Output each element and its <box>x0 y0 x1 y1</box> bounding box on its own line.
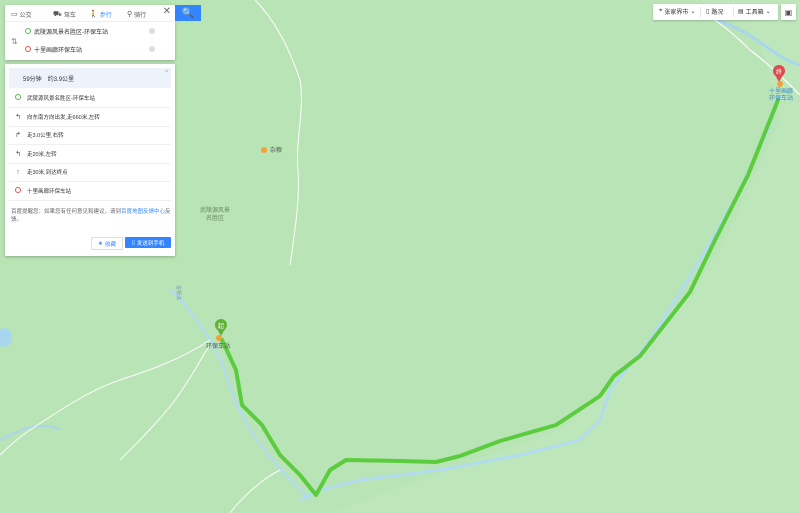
divider <box>733 7 734 17</box>
scenic-area-label-1: 武陵源风景 <box>200 206 230 214</box>
close-icon[interactable]: ✕ <box>163 6 171 17</box>
city-selector[interactable]: ⌖ 张家界市 ⌄ <box>659 7 695 16</box>
feedback-note: 百度提醒您：如果您有任何意见和建议，请到百度地图反馈中心反馈。 <box>11 208 171 224</box>
svg-text:终: 终 <box>776 68 782 76</box>
step-text: 向东南方向出发,走660米,左转 <box>27 115 100 121</box>
route-step[interactable]: 十里画廊环保车站 <box>9 182 171 201</box>
start-dot-icon <box>9 94 27 102</box>
turn-left-icon: ↰ <box>15 151 21 158</box>
tab-bus[interactable]: ▭ 公交 <box>11 7 32 21</box>
end-station-label-2: 环保车站 <box>769 94 793 102</box>
fullscreen-icon: ▣ <box>784 7 793 17</box>
end-station-icon <box>777 81 783 87</box>
collapse-icon[interactable]: ^ <box>165 70 168 76</box>
divider <box>700 7 701 17</box>
turn-left-icon: ↰ <box>15 114 21 121</box>
phone-icon: ▯ <box>131 239 135 246</box>
step-text: 走30米,到达终点 <box>27 170 68 176</box>
send-label: 发送到手机 <box>136 240 165 247</box>
search-icon: 🔍 <box>181 7 195 19</box>
favorite-button[interactable]: ★ 收藏 <box>91 237 123 250</box>
start-input[interactable]: 武陵源风景名胜区-环保车站 <box>25 25 108 37</box>
chevron-down-icon: ⌄ <box>690 9 696 15</box>
poi-label: 杂粮 <box>270 146 282 154</box>
tab-walk[interactable]: 🚶 步行 <box>89 7 112 21</box>
toolbox-button[interactable]: ▤ 工具箱 ⌄ <box>738 7 771 16</box>
send-to-phone-button[interactable]: ▯ 发送到手机 <box>125 237 171 248</box>
tab-bike[interactable]: ⚲ 骑行 <box>127 7 146 21</box>
car-icon: ⛟ <box>53 10 62 18</box>
poi-icon[interactable] <box>261 147 267 153</box>
fullscreen-button[interactable]: ▣ <box>781 4 796 20</box>
svg-text:起: 起 <box>218 322 224 330</box>
end-dot-icon <box>9 187 27 195</box>
scenic-area-label-2: 名胜区 <box>206 214 224 222</box>
stream-label: 金鞭溪 <box>175 285 182 300</box>
toolbox-label: 工具箱 <box>745 10 764 16</box>
step-text: 武陵源风景名胜区-环保车站 <box>27 96 95 102</box>
step-text: 走20米,左转 <box>27 152 57 158</box>
star-icon: ★ <box>98 240 103 247</box>
tab-car[interactable]: ⛟ 驾车 <box>53 7 76 21</box>
toolbox-icon: ▤ <box>738 9 744 15</box>
map-toolbar: ⌖ 张家界市 ⌄ ▯ 路况 ▤ 工具箱 ⌄ <box>653 4 778 20</box>
city-label: 张家界市 <box>664 10 689 16</box>
step-text: 十里画廊环保车站 <box>27 189 72 195</box>
route-step[interactable]: ↰ 走20米,左转 <box>9 145 171 164</box>
bike-icon: ⚲ <box>127 11 133 18</box>
clear-start-icon[interactable] <box>149 28 155 34</box>
traffic-button[interactable]: ▯ 路况 <box>706 7 723 16</box>
start-station-icon <box>216 335 222 341</box>
route-step[interactable]: ↰ 向东南方向出发,走660米,左转 <box>9 108 171 127</box>
chevron-down-icon: ⌄ <box>765 9 771 15</box>
end-station-label-1: 十里画廊 <box>769 87 793 95</box>
step-text: 走3.0公里,右转 <box>27 133 64 139</box>
route-input-panel: ▭ 公交 ⛟ 驾车 🚶 步行 ⚲ 骑行 ✕ ⇅ 武陵源风景名胜区-环保车站 十里… <box>5 5 175 60</box>
route-step[interactable]: ↱ 走3.0公里,右转 <box>9 126 171 145</box>
route-steps-panel: 59分钟 约3.9公里 ^ 武陵源风景名胜区-环保车站 ↰ 向东南方向出发,走6… <box>5 64 175 256</box>
end-input[interactable]: 十里画廊环保车站 <box>25 43 82 55</box>
end-dot-icon <box>25 46 31 52</box>
tab-bike-label: 骑行 <box>134 12 147 19</box>
straight-icon: ↑ <box>16 168 20 176</box>
swap-icon[interactable]: ⇅ <box>11 37 18 46</box>
route-duration: 59分钟 <box>23 76 42 83</box>
start-input-value: 武陵源风景名胜区-环保车站 <box>34 29 108 36</box>
search-button[interactable]: 🔍 <box>175 5 201 21</box>
end-input-value: 十里画廊环保车站 <box>34 47 83 54</box>
tab-bus-label: 公交 <box>19 12 32 19</box>
tab-car-label: 驾车 <box>63 12 76 19</box>
walk-icon: 🚶 <box>89 11 98 18</box>
transport-mode-tabs: ▭ 公交 ⛟ 驾车 🚶 步行 ⚲ 骑行 ✕ <box>5 5 175 22</box>
feedback-link[interactable]: 百度地图反馈中心 <box>121 209 165 215</box>
route-summary[interactable]: 59分钟 约3.9公里 ^ <box>9 68 171 88</box>
traffic-label: 路况 <box>711 10 724 16</box>
turn-right-icon: ↱ <box>15 132 21 139</box>
route-step[interactable]: 武陵源风景名胜区-环保车站 <box>9 89 171 108</box>
start-dot-icon <box>25 28 31 34</box>
route-step[interactable]: ↑ 走30米,到达终点 <box>9 163 171 182</box>
traffic-icon: ▯ <box>706 9 710 15</box>
bus-icon: ▭ <box>11 11 18 18</box>
note-text: 百度提醒您：如果您有任何意见和建议，请到 <box>11 209 122 215</box>
location-icon: ⌖ <box>659 8 663 14</box>
clear-end-icon[interactable] <box>149 46 155 52</box>
favorite-label: 收藏 <box>104 241 116 248</box>
tab-walk-label: 步行 <box>99 12 112 19</box>
route-distance: 约3.9公里 <box>47 76 75 83</box>
start-station-label: 环保车站 <box>206 342 230 350</box>
